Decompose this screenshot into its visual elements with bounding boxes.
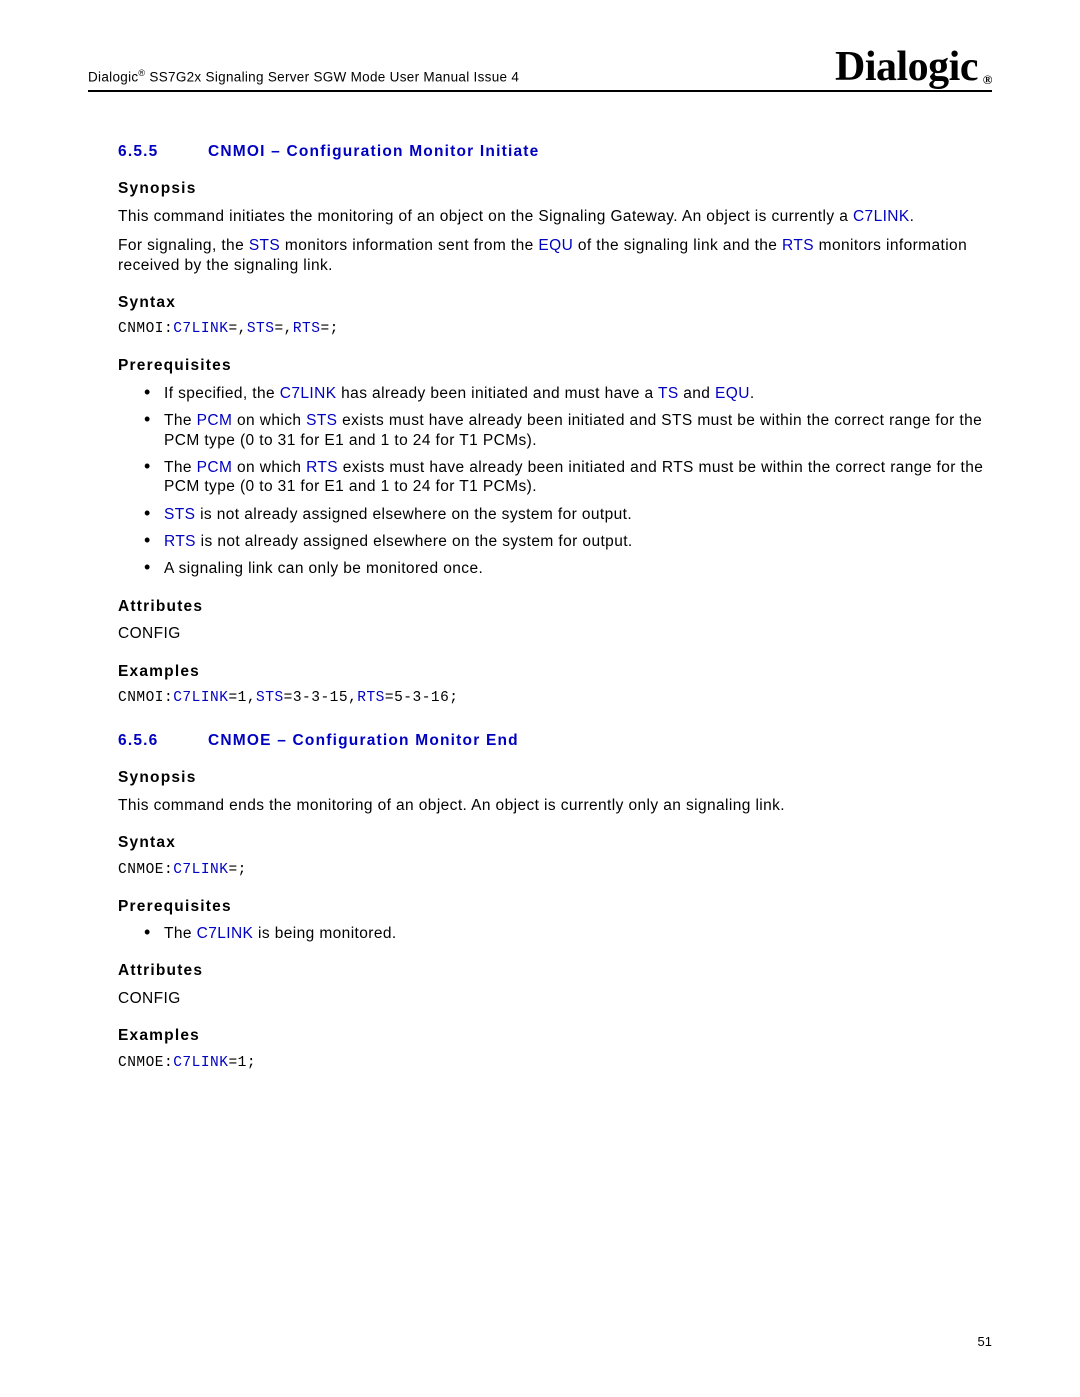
text: on which [232, 459, 306, 476]
attributes-value: CONFIG [118, 989, 992, 1008]
section-title: CNMOI – Configuration Monitor Initiate [208, 142, 992, 161]
code-text: CNMOI: [118, 321, 173, 337]
code-text: CNMOE: [118, 1055, 173, 1071]
text: This command initiates the monitoring of… [118, 208, 853, 225]
logo-text: Dialogic [835, 44, 978, 90]
syntax-label: Syntax [118, 833, 992, 852]
text: is not already assigned elsewhere on the… [195, 506, 632, 523]
page-header: Dialogic ® SS7G2x Signaling Server SGW Mo… [88, 46, 992, 92]
pcm-link[interactable]: PCM [197, 412, 233, 429]
list-item: The PCM on which RTS exists must have al… [164, 458, 992, 497]
attributes-label: Attributes [118, 597, 992, 616]
code-kw-sts: STS [247, 321, 275, 337]
c7link-link[interactable]: C7LINK [853, 208, 910, 225]
text: has already been initiated and must have… [336, 385, 658, 402]
prerequisites-label: Prerequisites [118, 897, 992, 916]
prerequisites-list-656: The C7LINK is being monitored. [118, 924, 992, 943]
pcm-link[interactable]: PCM [197, 459, 233, 476]
page: Dialogic ® SS7G2x Signaling Server SGW Mo… [0, 0, 1080, 1397]
syntax-code: CNMOI:C7LINK=,STS=,RTS=; [118, 320, 992, 338]
list-item: A signaling link can only be monitored o… [164, 559, 992, 578]
list-item: If specified, the C7LINK has already bee… [164, 384, 992, 403]
synopsis-label: Synopsis [118, 768, 992, 787]
code-text: =, [274, 321, 292, 337]
code-kw-rts: RTS [293, 321, 321, 337]
attributes-label: Attributes [118, 961, 992, 980]
list-item: The PCM on which STS exists must have al… [164, 411, 992, 450]
code-kw-sts: STS [256, 690, 284, 706]
doc-title-rest: SS7G2x Signaling Server SGW Mode User Ma… [145, 69, 519, 84]
syntax-code: CNMOE:C7LINK=; [118, 861, 992, 879]
code-text: =5-3-16; [385, 690, 459, 706]
text: The [164, 459, 197, 476]
attributes-value: CONFIG [118, 624, 992, 643]
examples-code: CNMOI:C7LINK=1,STS=3-3-15,RTS=5-3-16; [118, 689, 992, 707]
code-kw-rts: RTS [357, 690, 385, 706]
equ-link[interactable]: EQU [715, 385, 750, 402]
rts-link[interactable]: RTS [782, 237, 814, 254]
code-text: =1, [228, 690, 256, 706]
sts-link[interactable]: STS [306, 412, 337, 429]
code-kw-c7link: C7LINK [173, 1055, 228, 1071]
list-item: The C7LINK is being monitored. [164, 924, 992, 943]
sts-link[interactable]: STS [164, 506, 195, 523]
c7link-link[interactable]: C7LINK [280, 385, 337, 402]
section-number: 6.5.6 [118, 731, 208, 750]
code-kw-c7link: C7LINK [173, 321, 228, 337]
code-text: CNMOE: [118, 862, 173, 878]
syntax-label: Syntax [118, 293, 992, 312]
examples-label: Examples [118, 1026, 992, 1045]
rts-link[interactable]: RTS [164, 533, 196, 550]
code-text: =1; [228, 1055, 256, 1071]
ts-link[interactable]: TS [658, 385, 679, 402]
prerequisites-list-655: If specified, the C7LINK has already bee… [118, 384, 992, 579]
code-kw-c7link: C7LINK [173, 690, 228, 706]
text: . [750, 385, 755, 402]
section-title: CNMOE – Configuration Monitor End [208, 731, 992, 750]
synopsis-label: Synopsis [118, 179, 992, 198]
text: . [910, 208, 915, 225]
section-number: 6.5.5 [118, 142, 208, 161]
content-body: 6.5.5 CNMOI – Configuration Monitor Init… [88, 142, 992, 1072]
equ-link[interactable]: EQU [538, 237, 573, 254]
sts-link[interactable]: STS [249, 237, 280, 254]
synopsis-para-1: This command initiates the monitoring of… [118, 207, 992, 226]
logo-registered-icon: ® [983, 73, 992, 86]
doc-title-brand: Dialogic [88, 69, 138, 84]
synopsis-para: This command ends the monitoring of an o… [118, 796, 992, 815]
examples-code: CNMOE:C7LINK=1; [118, 1054, 992, 1072]
text: The [164, 412, 197, 429]
text: If specified, the [164, 385, 280, 402]
text: and [679, 385, 715, 402]
list-item: STS is not already assigned elsewhere on… [164, 505, 992, 524]
synopsis-para-2: For signaling, the STS monitors informat… [118, 236, 992, 275]
code-text: =; [320, 321, 338, 337]
prerequisites-label: Prerequisites [118, 356, 992, 375]
text: monitors information sent from the [280, 237, 538, 254]
text: A signaling link can only be monitored o… [164, 560, 483, 577]
section-heading-656: 6.5.6 CNMOE – Configuration Monitor End [118, 731, 992, 750]
text: is being monitored. [253, 925, 396, 942]
examples-label: Examples [118, 662, 992, 681]
code-text: CNMOI: [118, 690, 173, 706]
page-number: 51 [978, 1334, 992, 1349]
rts-link[interactable]: RTS [306, 459, 338, 476]
text: of the signaling link and the [573, 237, 782, 254]
text: on which [232, 412, 306, 429]
code-text: =; [228, 862, 246, 878]
text: For signaling, the [118, 237, 249, 254]
text: The [164, 925, 197, 942]
section-heading-655: 6.5.5 CNMOI – Configuration Monitor Init… [118, 142, 992, 161]
dialogic-logo: Dialogic ® [835, 46, 992, 88]
list-item: RTS is not already assigned elsewhere on… [164, 532, 992, 551]
text: is not already assigned elsewhere on the… [196, 533, 633, 550]
code-text: =, [228, 321, 246, 337]
code-text: =3-3-15, [284, 690, 358, 706]
code-kw-c7link: C7LINK [173, 862, 228, 878]
doc-title: Dialogic® SS7G2x Signaling Server SGW Mo… [88, 68, 519, 89]
c7link-link[interactable]: C7LINK [197, 925, 254, 942]
